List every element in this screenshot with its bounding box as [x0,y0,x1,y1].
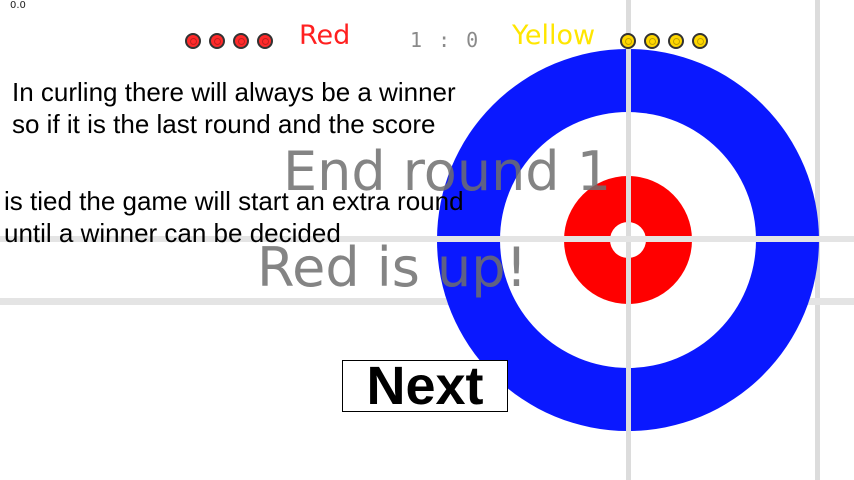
yellow-team-label: Yellow [512,20,596,51]
next-button-label: Next [366,356,484,416]
info-text-1: In curling there will always be a winner [12,77,456,107]
yellow-stone-icon [620,33,636,49]
round-end-message: End round 1 [283,140,612,203]
yellow-stone-icon [644,33,660,49]
yellow-stone-icon [668,33,684,49]
red-stone-icon [233,33,249,49]
fps-readout: 0.0 [10,0,26,11]
red-stone-icon [209,33,225,49]
next-button[interactable]: Next [342,356,508,416]
red-team-label: Red [299,20,351,51]
turn-message: Red is up! [257,236,528,299]
score-display: 1 : 0 [410,28,481,52]
info-text-2: so if it is the last round and the score [12,109,436,139]
yellow-stone-icon [692,33,708,49]
red-stone-icon [257,33,273,49]
red-stone-icon [185,33,201,49]
